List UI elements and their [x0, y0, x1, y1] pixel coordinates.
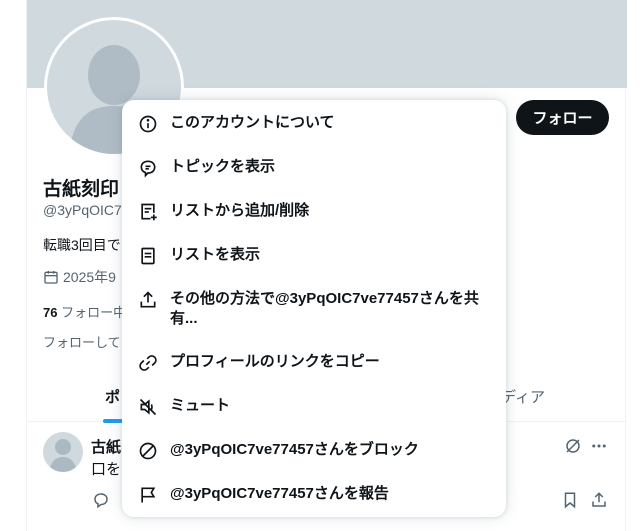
list-icon — [138, 246, 158, 266]
tab-posts[interactable]: ポ — [105, 386, 120, 407]
following-count: 76 — [43, 305, 58, 320]
list-add-icon — [138, 202, 158, 222]
menu-item-show-lists[interactable]: リストを表示 — [122, 245, 506, 266]
block-icon — [138, 441, 158, 461]
menu-item-label: @3yPqOIC7ve77457さんを報告 — [170, 485, 389, 502]
more-options-icon[interactable] — [589, 436, 609, 456]
following-label: フォロー中 — [61, 305, 127, 320]
tweet-text: 口を — [91, 461, 122, 478]
calendar-icon — [43, 269, 59, 285]
menu-item-label: ミュート — [170, 397, 231, 414]
link-icon — [138, 353, 158, 373]
grok-icon[interactable] — [563, 436, 583, 456]
flag-icon — [138, 485, 158, 505]
menu-item-label: このアカウントについて — [170, 114, 335, 131]
reply-icon[interactable] — [91, 490, 111, 510]
menu-item-label: リストを表示 — [170, 246, 261, 263]
profile-handle: @3yPqOIC7 — [43, 202, 122, 218]
account-actions-menu: このアカウントについて トピックを表示 リストから追加/削除 リストを表示 その… — [122, 100, 506, 517]
menu-item-report[interactable]: @3yPqOIC7ve77457さんを報告 — [122, 484, 506, 505]
info-icon — [138, 114, 158, 134]
tweet-avatar[interactable] — [43, 432, 83, 472]
profile-display-name: 古紙刻印 — [43, 179, 120, 200]
menu-item-label: @3yPqOIC7ve77457さんをブロック — [170, 441, 419, 458]
menu-item-label: その他の方法で@3yPqOIC7ve77457さんを共有... — [170, 290, 479, 327]
bookmark-icon[interactable] — [560, 490, 580, 510]
menu-item-share-other[interactable]: その他の方法で@3yPqOIC7ve77457さんを共有... — [122, 289, 506, 329]
menu-item-copy-profile-link[interactable]: プロフィールのリンクをコピー — [122, 352, 506, 373]
joined-text: 2025年9 — [63, 269, 116, 285]
share-post-icon[interactable] — [589, 490, 609, 510]
menu-item-label: リストから追加/削除 — [170, 202, 310, 219]
menu-item-label: トピックを表示 — [170, 158, 276, 175]
profile-page: フォロー 古紙刻印 @3yPqOIC7 転職3回目で 2025年9 76 フォロ… — [0, 0, 644, 531]
menu-item-show-topics[interactable]: トピックを表示 — [122, 157, 506, 178]
profile-following-stat[interactable]: 76 フォロー中 — [43, 302, 126, 321]
menu-item-label: プロフィールのリンクをコピー — [170, 353, 380, 370]
topic-icon — [138, 158, 158, 178]
share-icon — [138, 290, 158, 310]
menu-item-block[interactable]: @3yPqOIC7ve77457さんをブロック — [122, 440, 506, 461]
tab-media[interactable]: ディア — [501, 386, 545, 407]
tweet-author-name[interactable]: 古紙 — [91, 436, 121, 457]
followed-by-text[interactable]: フォローして — [43, 332, 121, 351]
mute-icon — [138, 397, 158, 417]
menu-item-mute[interactable]: ミュート — [122, 396, 506, 417]
menu-item-about-account[interactable]: このアカウントについて — [122, 113, 506, 134]
follow-button[interactable]: フォロー — [516, 100, 609, 135]
profile-joined-date: 2025年9 — [43, 267, 116, 287]
profile-bio: 転職3回目で — [43, 237, 121, 253]
menu-item-list-add-remove[interactable]: リストから追加/削除 — [122, 201, 506, 222]
